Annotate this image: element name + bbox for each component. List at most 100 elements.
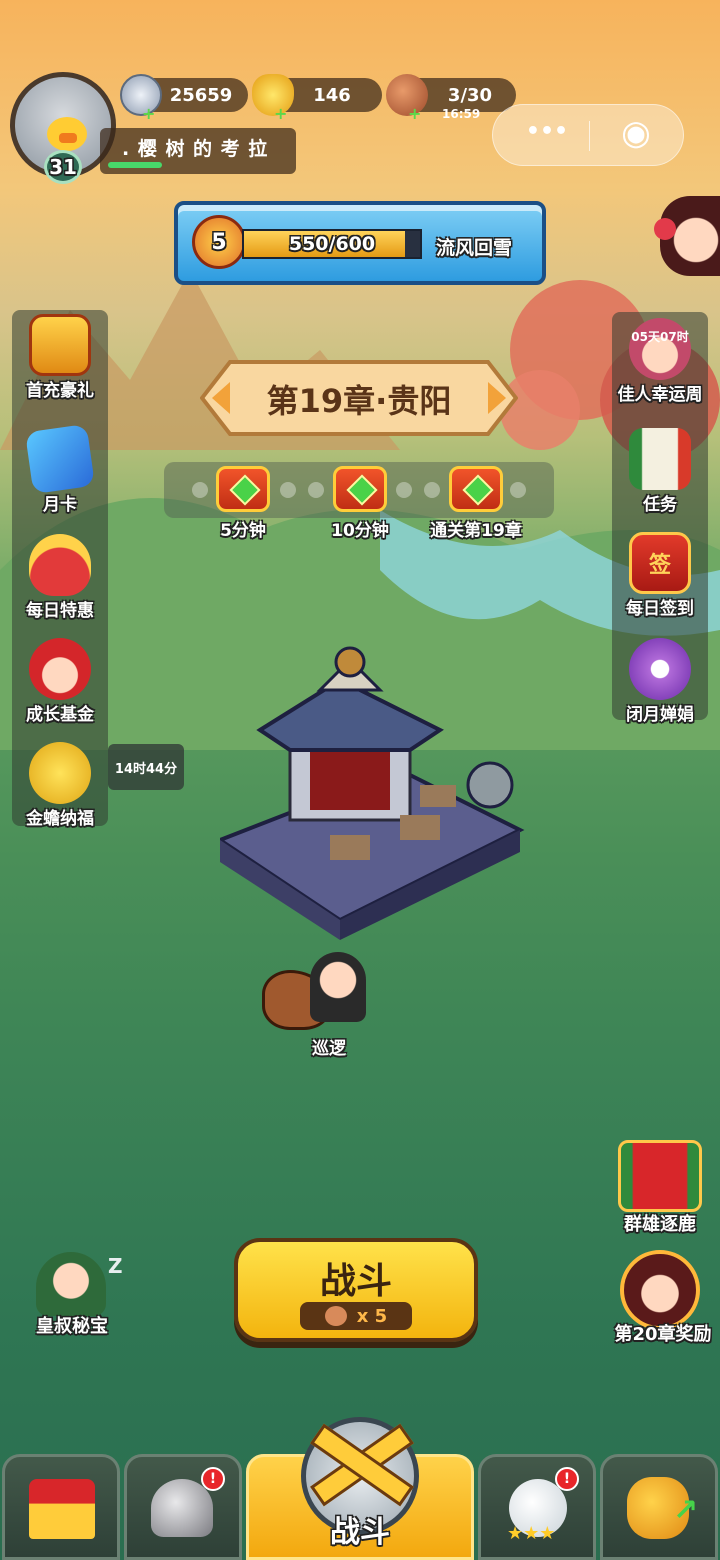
scroll-icon xyxy=(629,428,691,490)
battle-cost-pill: x 5 xyxy=(300,1302,412,1330)
stars-icon: ★★★ xyxy=(507,1523,556,1544)
player-level-badge: 31 xyxy=(44,150,82,184)
plus-icon: + xyxy=(274,104,288,123)
chapter-progress-banner[interactable]: 5 550/600 流风回雪 xyxy=(174,201,546,285)
battle-cost: x 5 xyxy=(356,1305,388,1327)
rider-icon xyxy=(310,952,366,1022)
menu-label: 成长基金 xyxy=(26,705,94,725)
menu-daily-sign-in[interactable]: 签 每日签到 xyxy=(612,532,708,619)
menu-label: 首充豪礼 xyxy=(26,381,94,401)
chest-label: 10分钟 xyxy=(331,521,389,541)
menu-label: 任务 xyxy=(643,495,677,515)
menu-label: 佳人幸运周 xyxy=(617,385,703,405)
banner-scroll-icon xyxy=(618,1140,702,1212)
tab-upgrade[interactable]: ↗ xyxy=(600,1454,718,1560)
beauty-character-avatar[interactable] xyxy=(654,196,720,276)
gold-counter[interactable]: + 146 xyxy=(252,74,382,123)
uncle-treasure[interactable]: Z 皇叔秘宝 xyxy=(22,1248,123,1342)
heroes-compete-button[interactable]: 群雄逐鹿 xyxy=(610,1140,710,1236)
alert-badge-icon: ! xyxy=(201,1467,225,1491)
event-timer: 05天07时 xyxy=(631,330,689,344)
gold-ingot-icon xyxy=(252,74,294,116)
avatar-beak-icon xyxy=(59,133,77,143)
month-card-icon xyxy=(24,423,96,495)
menu-label: 每日签到 xyxy=(626,599,694,619)
battle-label: 战斗 xyxy=(319,1261,392,1302)
chest-label: 通关第19章 xyxy=(430,521,522,541)
stamina-value: 3/30 xyxy=(447,84,493,106)
menu-label: 闭月婵娟 xyxy=(626,705,694,725)
capsule-divider xyxy=(589,121,590,151)
helmet-icon xyxy=(151,1479,213,1537)
chapter-title-plate: 第19章·贵阳 xyxy=(200,358,518,438)
chapter-reward-avatar-icon xyxy=(620,1250,700,1330)
heroes-compete-label: 群雄逐鹿 xyxy=(624,1214,696,1235)
menu-first-recharge[interactable]: 首充豪礼 xyxy=(12,314,108,401)
progress-dot xyxy=(424,482,440,498)
menu-moon-beauty[interactable]: 闭月婵娟 xyxy=(612,638,708,725)
tab-battle[interactable]: 战斗 xyxy=(246,1417,474,1560)
chapter-title: 第19章·贵阳 xyxy=(266,382,452,420)
chest-chapter-clear[interactable] xyxy=(449,466,503,512)
tab-castle[interactable] xyxy=(2,1454,120,1560)
progress-dot xyxy=(308,482,324,498)
progress-dot xyxy=(192,482,208,498)
star-level-badge: 5 xyxy=(192,215,246,269)
sleep-z: Z xyxy=(108,1254,123,1278)
menu-gold-toad[interactable]: 金蟾纳福 xyxy=(12,742,108,829)
sign-in-icon: 签 xyxy=(629,532,691,594)
menu-tasks[interactable]: 任务 xyxy=(612,428,708,515)
battle-button[interactable]: 战斗 x 5 xyxy=(234,1238,478,1342)
tab-equipment[interactable]: ! xyxy=(124,1454,242,1560)
chest-5min[interactable] xyxy=(216,466,270,512)
more-button[interactable]: ••• xyxy=(517,119,577,144)
sleeping-uncle-icon xyxy=(36,1252,106,1316)
menu-beauty-lucky-week[interactable]: 05天07时 佳人幸运周 xyxy=(604,318,716,405)
plus-icon: + xyxy=(142,104,156,123)
uncle-treasure-label: 皇叔秘宝 xyxy=(36,1316,108,1337)
meat-drumstick-icon xyxy=(386,74,428,116)
silver-counter[interactable]: + 25659 xyxy=(120,74,248,123)
progress-track: 550/600 xyxy=(242,229,422,259)
menu-label: 金蟾纳福 xyxy=(26,809,94,829)
gold-bag-icon xyxy=(29,534,91,596)
progress-dot xyxy=(396,482,412,498)
arrow-up-icon: ↗ xyxy=(673,1493,699,1528)
chest-label: 5分钟 xyxy=(220,521,266,541)
menu-growth-fund[interactable]: 成长基金 xyxy=(12,638,108,725)
silver-value: 25659 xyxy=(169,84,233,106)
gift-chest-icon xyxy=(29,314,91,376)
progress-title: 流风回雪 xyxy=(436,237,513,259)
menu-month-card[interactable]: 月卡 xyxy=(12,423,108,515)
patrol-label: 巡逻 xyxy=(312,1039,346,1059)
progress-text: 550/600 xyxy=(288,233,376,255)
exp-bar xyxy=(108,162,162,168)
stamina-timer: 16:59 xyxy=(442,107,481,121)
fortune-god-icon xyxy=(29,638,91,700)
progress-dot xyxy=(510,482,526,498)
gold-value: 146 xyxy=(313,84,351,106)
tab-pets[interactable]: ★★★ ! xyxy=(478,1454,596,1560)
miniprogram-capsule: ••• ◉ xyxy=(492,104,684,166)
bow-icon xyxy=(654,218,676,240)
silver-coin-icon xyxy=(120,74,162,116)
player-name-bar: . 樱 树 的 考 拉 xyxy=(100,128,296,174)
patrol-hero[interactable]: 巡逻 xyxy=(262,952,376,1059)
chapter20-reward-button[interactable]: 第20章奖励 xyxy=(606,1250,720,1346)
meat-drumstick-icon xyxy=(324,1306,347,1326)
gold-toad-timer: 14时44分 xyxy=(108,744,184,790)
menu-daily-deal[interactable]: 每日特惠 xyxy=(12,534,108,621)
progress-dot xyxy=(280,482,296,498)
player-name: . 樱 树 的 考 拉 xyxy=(122,138,269,160)
battle-tab-label: 战斗 xyxy=(330,1515,390,1550)
alert-badge-icon: ! xyxy=(555,1467,579,1491)
pavilion-building xyxy=(220,646,525,940)
chest-10min[interactable] xyxy=(333,466,387,512)
menu-label: 每日特惠 xyxy=(26,601,94,621)
chapter20-reward-label: 第20章奖励 xyxy=(614,1324,712,1345)
gold-toad-icon xyxy=(29,742,91,804)
menu-label: 月卡 xyxy=(43,495,77,515)
moon-flower-icon xyxy=(629,638,691,700)
plus-icon: + xyxy=(408,104,422,123)
close-target-button[interactable]: ◉ xyxy=(611,113,661,153)
